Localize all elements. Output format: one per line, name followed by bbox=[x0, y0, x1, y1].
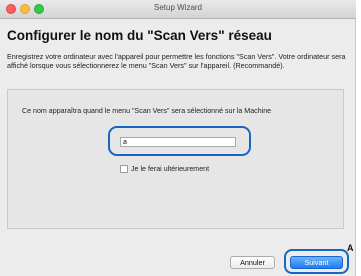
later-checkbox-row[interactable]: Je le ferai ultérieurement bbox=[120, 164, 209, 174]
callout-marker: A bbox=[347, 243, 354, 253]
input-highlight-outline bbox=[108, 126, 251, 156]
later-checkbox[interactable] bbox=[120, 165, 128, 173]
page-heading: Configurer le nom du "Scan Vers" réseau bbox=[7, 28, 272, 43]
setup-wizard-window: Setup Wizard Configurer le nom du "Scan … bbox=[0, 0, 356, 276]
page-description: Enregistrez votre ordinateur avec l'appa… bbox=[7, 52, 346, 71]
later-checkbox-label[interactable]: Je le ferai ultérieurement bbox=[131, 165, 209, 173]
scan-name-label: Ce nom apparaîtra quand le menu "Scan Ve… bbox=[22, 107, 272, 115]
cancel-button[interactable]: Annuler bbox=[230, 256, 275, 269]
next-button-highlight-outline bbox=[284, 249, 349, 274]
title-bar: Setup Wizard bbox=[0, 0, 356, 19]
window-title: Setup Wizard bbox=[153, 3, 203, 12]
